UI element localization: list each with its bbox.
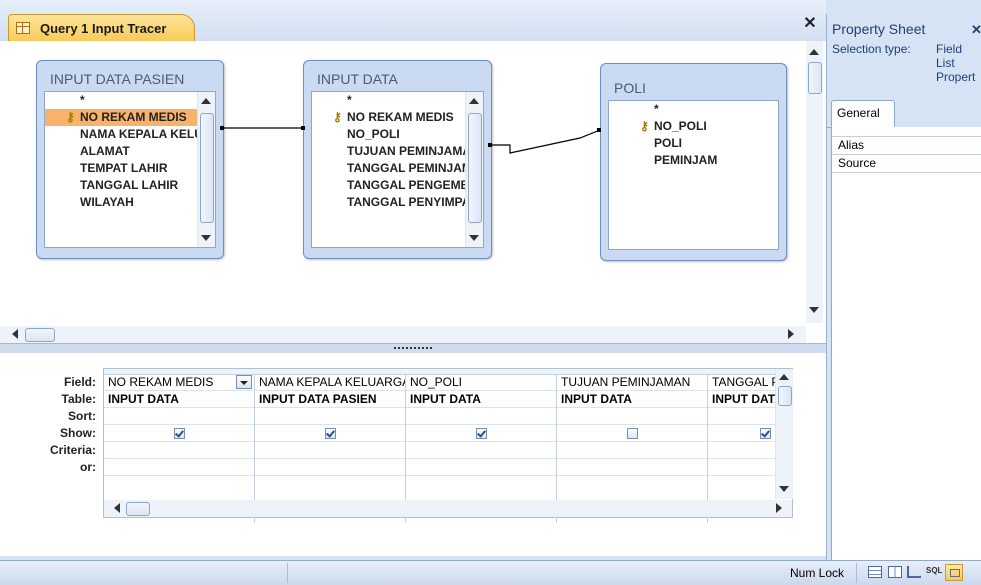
query-design-icon [16, 22, 30, 34]
row-label-or: or: [80, 460, 96, 474]
criteria-cell[interactable] [255, 442, 405, 459]
status-divider [287, 563, 288, 583]
row-label-show: Show: [60, 426, 96, 440]
sort-cell[interactable] [406, 408, 556, 425]
field-cell[interactable]: TANGGAL PE [708, 374, 775, 391]
scroll-left-icon[interactable] [12, 329, 18, 339]
pivottable-view-icon[interactable] [888, 566, 902, 578]
query-tab[interactable]: Query 1 Input Tracer [8, 14, 195, 42]
design-view-icon [950, 569, 960, 577]
tab-general[interactable]: General [831, 100, 895, 127]
sort-cell[interactable] [255, 408, 405, 425]
selection-type-value: Field List Propert [936, 42, 976, 84]
property-row-alias[interactable]: Alias [832, 136, 981, 155]
selection-type-label: Selection type: [832, 42, 911, 56]
close-icon[interactable]: ✕ [802, 16, 818, 32]
table-cell[interactable]: INPUT DATA [557, 391, 707, 408]
splitter-grip[interactable] [394, 347, 432, 349]
diagram-horizontal-scrollbar[interactable] [0, 326, 806, 343]
show-cell [708, 425, 775, 442]
scroll-up-icon[interactable] [809, 49, 819, 55]
field-cell[interactable]: NO_POLI [406, 374, 556, 391]
or-cell[interactable] [104, 459, 254, 476]
show-checkbox[interactable] [760, 428, 771, 440]
show-checkbox[interactable] [626, 428, 638, 440]
scroll-thumb[interactable] [778, 386, 792, 406]
join-endpoint [220, 126, 224, 130]
table-cell[interactable]: INPUT DATA [406, 391, 556, 408]
criteria-cell[interactable] [406, 442, 556, 459]
chevron-down-icon [240, 381, 248, 385]
query-design-grid: NO REKAM MEDIS INPUT DATA NAMA KEPALA KE… [103, 368, 793, 523]
show-cell [255, 425, 405, 442]
show-cell [104, 425, 254, 442]
criteria-cell[interactable] [104, 442, 254, 459]
row-label-sort: Sort: [68, 409, 96, 423]
row-label-table: Table: [61, 392, 96, 406]
criteria-cell[interactable] [708, 442, 775, 459]
show-checkbox[interactable] [475, 428, 487, 440]
table-cell[interactable]: INPUT DATA PASIEN [255, 391, 405, 408]
sort-cell[interactable] [104, 408, 254, 425]
scroll-thumb[interactable] [126, 502, 150, 516]
field-cell[interactable]: NAMA KEPALA KELUARGA [255, 374, 405, 391]
diagram-vertical-scrollbar[interactable] [806, 41, 823, 323]
field-cell[interactable]: NO REKAM MEDIS [104, 374, 254, 391]
show-cell [406, 425, 556, 442]
num-lock-indicator: Num Lock [790, 566, 845, 580]
or-cell[interactable] [557, 459, 707, 476]
show-checkbox[interactable] [324, 428, 336, 440]
table-diagram-pane: INPUT DATA PASIEN * ⚷ NO REKAM MEDIS NAMA… [0, 41, 826, 343]
status-divider [856, 563, 857, 583]
scroll-thumb[interactable] [808, 62, 822, 94]
scroll-down-icon[interactable] [779, 486, 789, 492]
property-sheet-title: Property Sheet [832, 21, 926, 37]
relationship-line[interactable] [490, 129, 601, 154]
row-label-field: Field: [64, 375, 96, 389]
status-bar: Num Lock SQL [0, 560, 981, 585]
table-cell[interactable]: INPUT DATA [708, 391, 775, 408]
design-view-button[interactable] [945, 564, 963, 581]
sort-cell[interactable] [557, 408, 707, 425]
grid-horizontal-scrollbar[interactable] [104, 500, 792, 517]
sort-cell[interactable] [708, 408, 775, 425]
scroll-right-icon[interactable] [776, 503, 782, 513]
criteria-cell[interactable] [557, 442, 707, 459]
or-cell[interactable] [255, 459, 405, 476]
field-cell[interactable]: TUJUAN PEMINJAMAN [557, 374, 707, 391]
join-endpoint [301, 126, 305, 130]
pivotchart-view-icon[interactable] [907, 566, 921, 578]
sql-view-button[interactable]: SQL [926, 566, 942, 575]
table-cell[interactable]: INPUT DATA [104, 391, 254, 408]
scroll-right-icon[interactable] [788, 329, 794, 339]
scroll-up-icon[interactable] [779, 374, 789, 380]
property-list: Alias Source [831, 127, 981, 567]
show-cell [557, 425, 707, 442]
or-cell[interactable] [708, 459, 775, 476]
design-grid-pane: Field: Table: Sort: Show: Criteria: or: … [0, 353, 826, 556]
datasheet-view-icon[interactable] [868, 566, 882, 578]
or-cell[interactable] [406, 459, 556, 476]
row-label-criteria: Criteria: [49, 443, 96, 457]
relationship-lines [220, 126, 601, 154]
join-endpoint [597, 128, 601, 132]
grid-vertical-scrollbar[interactable] [775, 369, 793, 499]
join-endpoint [488, 143, 492, 147]
dropdown-button[interactable] [236, 375, 252, 389]
scroll-down-icon[interactable] [809, 307, 819, 313]
property-row-source[interactable]: Source [832, 155, 981, 173]
close-icon[interactable]: ✕ [971, 22, 981, 38]
scroll-thumb[interactable] [25, 328, 55, 342]
query-tab-label: Query 1 Input Tracer [40, 21, 167, 36]
property-sheet: Property Sheet ✕ Selection type: Field L… [826, 14, 981, 584]
show-checkbox[interactable] [173, 428, 185, 440]
scroll-left-icon[interactable] [114, 503, 120, 513]
